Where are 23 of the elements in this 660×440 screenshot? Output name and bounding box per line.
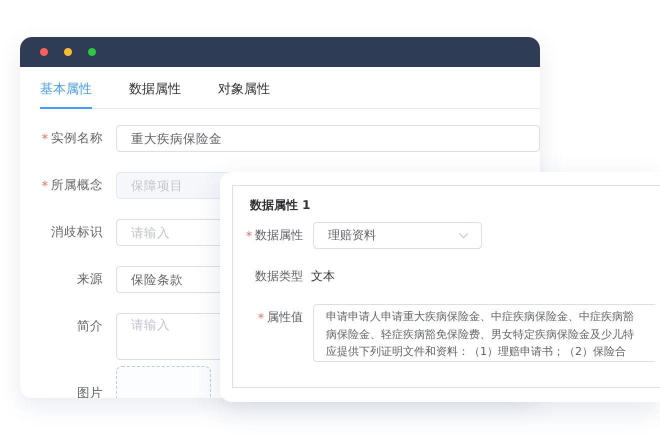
panel-title: 数据属性 1 [250,198,312,212]
field-label: 简介 [77,318,103,335]
field-label: 数据属性 [255,227,303,244]
window-control-icon[interactable] [64,48,72,56]
field-label: 数据类型 [255,268,303,285]
required-mark: * [258,310,264,324]
required-mark: * [42,178,48,193]
window-control-icon[interactable] [40,48,48,56]
chevron-down-icon [458,232,469,239]
field-label: 实例名称 [51,130,103,147]
window-control-icon[interactable] [88,48,96,56]
field-value: 文本 [311,268,335,285]
tab[interactable]: 对象属性 [218,81,270,109]
field-label: 所属概念 [51,177,103,194]
field-label: 属性值 [267,309,303,326]
text-area[interactable]: 申请申请人申请重大疾病保险金、中症疾病保险金、中症疾病豁 病保险金、轻症疾病豁免保险费、男女特定疾病保险金及少儿特 应提供下列证明文件和资料：（1）理赔申请书；（2）保险合 [313,304,655,362]
field-label: 来源 [77,271,103,288]
select-field[interactable]: 理赔资料 [313,222,482,249]
tab[interactable]: 数据属性 [129,81,181,109]
required-mark: * [42,131,48,146]
field-label: 消歧标识 [51,224,103,241]
required-mark: * [246,228,252,242]
input-field[interactable]: 重大疾病保险金 [116,125,540,152]
